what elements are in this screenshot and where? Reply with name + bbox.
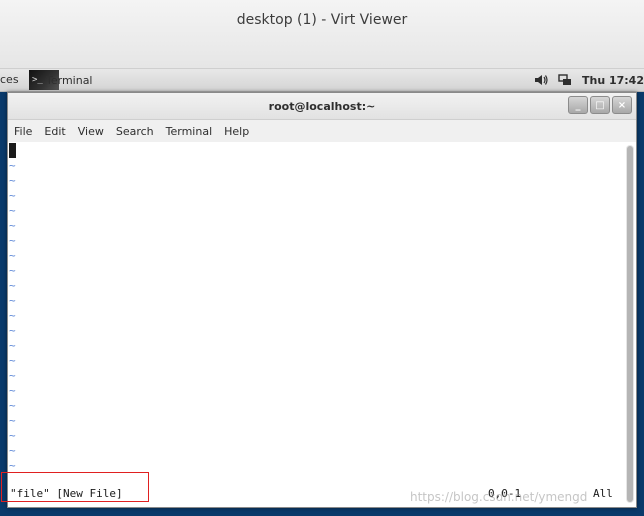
red-highlight-annotation [1,472,149,502]
vim-tilde-line: ~ [9,339,16,352]
scrollbar-thumb[interactable] [627,146,633,502]
vim-tilde-line: ~ [9,429,16,442]
watermark: https://blog.csdn.net/ymengd [410,490,588,504]
vim-tilde-line: ~ [9,384,16,397]
maximize-button[interactable]: □ [590,96,610,114]
window-controls: _ □ × [568,96,632,114]
menu-search[interactable]: Search [110,125,160,138]
vim-tilde-line: ~ [9,324,16,337]
gnome-top-panel: ces >_ Terminal Thu 17:42 [0,69,644,92]
text-cursor [9,143,16,158]
virt-viewer-titlebar: desktop (1) - Virt Viewer [0,0,644,69]
minimize-button[interactable]: _ [568,96,588,114]
vim-tilde-line: ~ [9,459,16,472]
vim-tilde-line: ~ [9,279,16,292]
terminal-window: root@localhost:~ _ □ × File Edit View Se… [7,92,637,508]
network-icon[interactable] [558,74,572,86]
terminal-titlebar[interactable]: root@localhost:~ _ □ × [8,93,636,120]
vim-tilde-line: ~ [9,369,16,382]
menu-edit[interactable]: Edit [38,125,71,138]
vim-tilde-line: ~ [9,249,16,262]
vim-tilde-line: ~ [9,189,16,202]
vim-tilde-line: ~ [9,204,16,217]
menu-terminal[interactable]: Terminal [160,125,219,138]
vim-empty-lines: ~ ~ ~ ~ ~ ~ ~ ~ ~ ~ ~ ~ ~ ~ ~ ~ ~ ~ ~ ~ … [9,158,16,473]
taskbar-terminal-button[interactable]: >_ Terminal [29,70,93,90]
virt-viewer-title: desktop (1) - Virt Viewer [236,12,408,28]
vim-tilde-line: ~ [9,444,16,457]
taskbar-terminal-label: Terminal [46,73,93,87]
vim-tilde-line: ~ [9,159,16,172]
clock[interactable]: Thu 17:42 [582,74,644,87]
vim-tilde-line: ~ [9,354,16,367]
vim-tilde-line: ~ [9,309,16,322]
vim-tilde-line: ~ [9,294,16,307]
terminal-text-area[interactable]: ~ ~ ~ ~ ~ ~ ~ ~ ~ ~ ~ ~ ~ ~ ~ ~ ~ ~ ~ ~ … [8,142,624,505]
vim-tilde-line: ~ [9,234,16,247]
system-tray: Thu 17:42 [534,71,644,89]
vim-tilde-line: ~ [9,174,16,187]
menu-file[interactable]: File [8,125,38,138]
vim-tilde-line: ~ [9,414,16,427]
terminal-scrollbar[interactable] [626,145,634,503]
activities-button[interactable]: ces [0,73,19,86]
vim-tilde-line: ~ [9,399,16,412]
status-scroll-indicator: All [593,487,613,500]
terminal-menubar: File Edit View Search Terminal Help [8,120,636,142]
close-button[interactable]: × [612,96,632,114]
menu-view[interactable]: View [72,125,110,138]
vim-tilde-line: ~ [9,219,16,232]
terminal-title: root@localhost:~ [268,100,376,113]
volume-icon[interactable] [534,74,548,86]
vim-tilde-line: ~ [9,264,16,277]
menu-help[interactable]: Help [218,125,255,138]
